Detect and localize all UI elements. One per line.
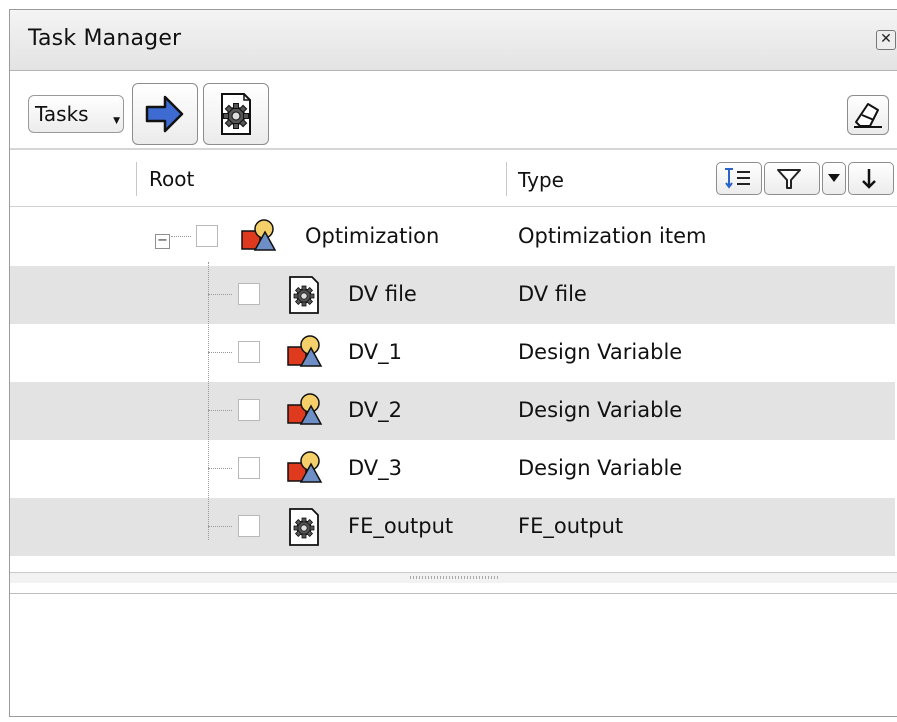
gear-file-icon (289, 508, 319, 546)
splitter-grip[interactable] (410, 576, 500, 579)
row-checkbox[interactable] (238, 399, 260, 421)
sort-button[interactable] (716, 162, 762, 195)
tree-connector (208, 410, 232, 412)
details-content (10, 593, 897, 716)
tree-row[interactable]: DV file DV file (10, 266, 895, 324)
dropdown-icon (828, 174, 840, 182)
row-checkbox[interactable] (238, 515, 260, 537)
arrow-down-icon (862, 169, 876, 189)
column-divider[interactable] (136, 162, 137, 196)
tree-item-type: DV file (518, 282, 587, 306)
tree-row[interactable]: DV_1 Design Variable (10, 324, 895, 382)
tree-connector (208, 468, 232, 470)
arrow-right-icon (145, 95, 184, 133)
eraser-icon (854, 103, 882, 128)
toolbar: Tasks ▼ (10, 71, 897, 147)
shapes-icon (287, 451, 323, 483)
tree-item-label: Optimization (305, 224, 440, 248)
shapes-icon (287, 335, 323, 367)
tree-connector (208, 352, 232, 354)
shapes-icon (287, 393, 323, 425)
column-header-root[interactable]: Root (149, 167, 194, 191)
tree-row[interactable]: DV_2 Design Variable (10, 382, 895, 440)
details-pane (10, 583, 897, 716)
close-icon[interactable]: ✕ (876, 30, 896, 50)
tree-connector (208, 526, 232, 528)
shapes-icon (241, 219, 277, 251)
filter-icon (777, 169, 801, 189)
column-header-type[interactable]: Type (518, 168, 564, 192)
row-checkbox[interactable] (238, 341, 260, 363)
gear-file-icon (289, 276, 319, 314)
tree-item-type: Optimization item (518, 224, 707, 248)
tree-row[interactable]: FE_output FE_output (10, 498, 895, 556)
column-divider[interactable] (506, 162, 507, 196)
tree-connector (208, 262, 210, 540)
row-checkbox[interactable] (238, 283, 260, 305)
row-checkbox[interactable] (238, 457, 260, 479)
gear-file-button[interactable] (203, 83, 269, 145)
filter-button[interactable] (764, 162, 820, 195)
tree-row[interactable]: DV_3 Design Variable (10, 440, 895, 498)
tree-item-label: FE_output (348, 514, 454, 538)
gear-file-icon (221, 93, 251, 135)
panel-title: Task Manager (28, 26, 182, 51)
tree-connector (208, 294, 232, 296)
sort-icon (725, 168, 750, 189)
tree-item-label: DV_2 (348, 398, 403, 422)
collapse-toggle[interactable]: − (155, 234, 170, 249)
column-header: Root Type (10, 148, 897, 207)
chevron-down-icon: ▼ (113, 116, 120, 126)
run-button[interactable] (132, 83, 198, 145)
row-checkbox[interactable] (196, 225, 218, 247)
task-manager-panel: Task Manager ✕ Tasks ▼ Root Type Optimiz… (9, 9, 897, 717)
tree-row-root[interactable]: Optimization Optimization item (10, 208, 895, 266)
tree-connector (171, 236, 191, 238)
filter-dropdown-button[interactable] (822, 162, 846, 195)
tree-item-type: Design Variable (518, 456, 683, 480)
tasks-dropdown-button[interactable]: Tasks ▼ (28, 95, 124, 133)
tree-item-type: Design Variable (518, 340, 683, 364)
title-bar: Task Manager ✕ (10, 10, 897, 71)
move-down-button[interactable] (848, 162, 894, 195)
tree-item-label: DV_3 (348, 456, 403, 480)
tree-item-label: DV file (348, 282, 417, 306)
tree-item-type: Design Variable (518, 398, 683, 422)
tasks-dropdown-label: Tasks (35, 102, 89, 126)
eraser-button[interactable] (847, 95, 889, 135)
tree-item-label: DV_1 (348, 340, 403, 364)
tree-item-type: FE_output (518, 514, 624, 538)
